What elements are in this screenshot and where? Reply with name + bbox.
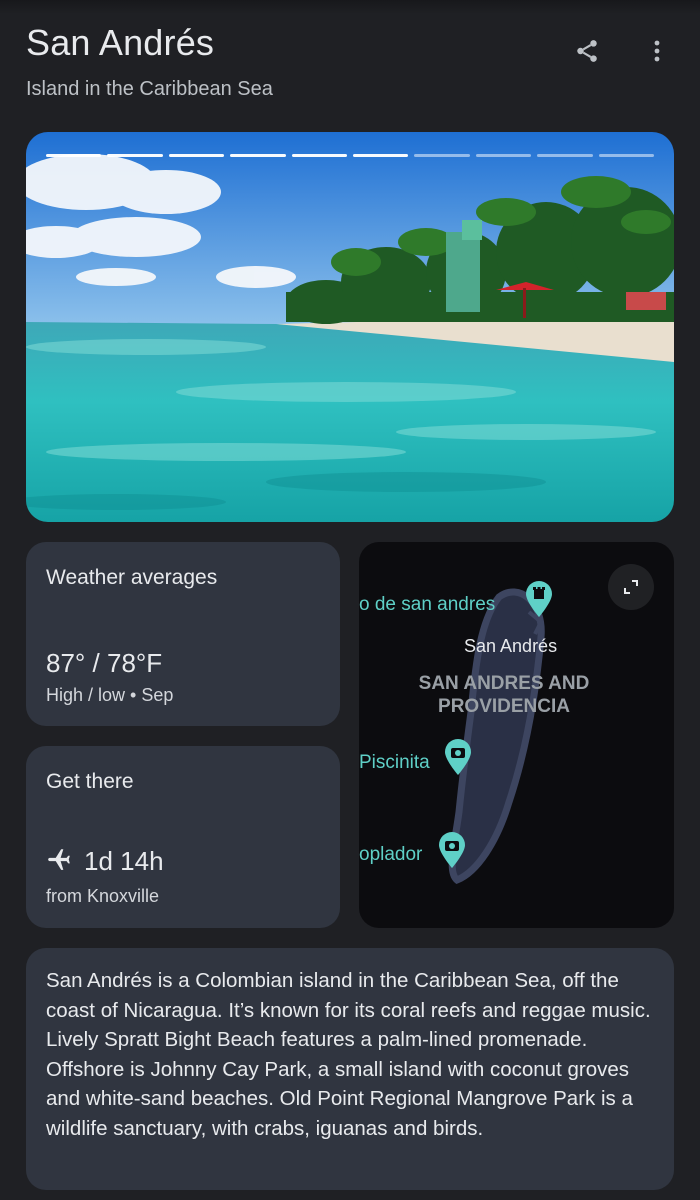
expand-icon	[623, 579, 639, 595]
carousel-segment[interactable]	[168, 154, 225, 157]
map-region-label: SAN ANDRES AND PROVIDENCIA	[418, 673, 590, 717]
airplane-icon	[46, 846, 72, 877]
carousel-segment[interactable]	[46, 154, 102, 157]
weather-title: Weather averages	[46, 566, 218, 589]
map-city-label: San Andrés	[464, 636, 558, 656]
get-there-title: Get there	[46, 770, 134, 793]
carousel-segment[interactable]	[107, 154, 163, 157]
carousel-segment[interactable]	[475, 154, 532, 157]
hero-image-carousel[interactable]	[26, 132, 674, 522]
map-label-poi-piscinita: Piscinita	[359, 752, 430, 773]
carousel-segment[interactable]	[414, 154, 470, 157]
weather-temps: 87° / 78°F	[46, 648, 163, 678]
expand-map-button[interactable]	[608, 564, 654, 610]
description-card: San Andrés is a Colombian island in the …	[26, 948, 674, 1190]
camera-pin-icon[interactable]	[443, 738, 473, 776]
carousel-segment[interactable]	[537, 154, 593, 157]
weather-caption: High / low • Sep	[46, 685, 174, 705]
carousel-segment[interactable]	[230, 154, 286, 157]
travel-origin: from Knoxville	[46, 886, 160, 906]
place-description: San Andrés is a Colombian island in the …	[46, 969, 651, 1140]
weather-card[interactable]: Weather averages 87° / 78°F High / low •…	[26, 542, 340, 726]
share-icon[interactable]	[570, 34, 604, 68]
map-label-landmark: o de san andres	[359, 594, 496, 615]
map-label-poi-soplador: oplador	[359, 844, 423, 865]
place-header: San Andrés Island in the Caribbean Sea	[26, 22, 676, 112]
place-subtitle: Island in the Caribbean Sea	[26, 78, 273, 100]
travel-duration: 1d 14h	[84, 846, 164, 876]
carousel-segment[interactable]	[598, 154, 655, 157]
carousel-segment[interactable]	[353, 154, 409, 157]
beach-photo	[26, 132, 674, 522]
more-vert-icon[interactable]	[640, 34, 674, 68]
map-preview[interactable]: o de san andres San Andrés SAN ANDRES AN…	[359, 542, 674, 928]
carousel-progress	[46, 154, 655, 158]
status-fade	[0, 0, 700, 14]
landmark-pin-icon[interactable]	[524, 580, 554, 618]
get-there-card[interactable]: Get there 1d 14h from Knoxville	[26, 746, 340, 928]
carousel-segment[interactable]	[291, 154, 348, 157]
camera-pin-icon[interactable]	[437, 831, 467, 869]
